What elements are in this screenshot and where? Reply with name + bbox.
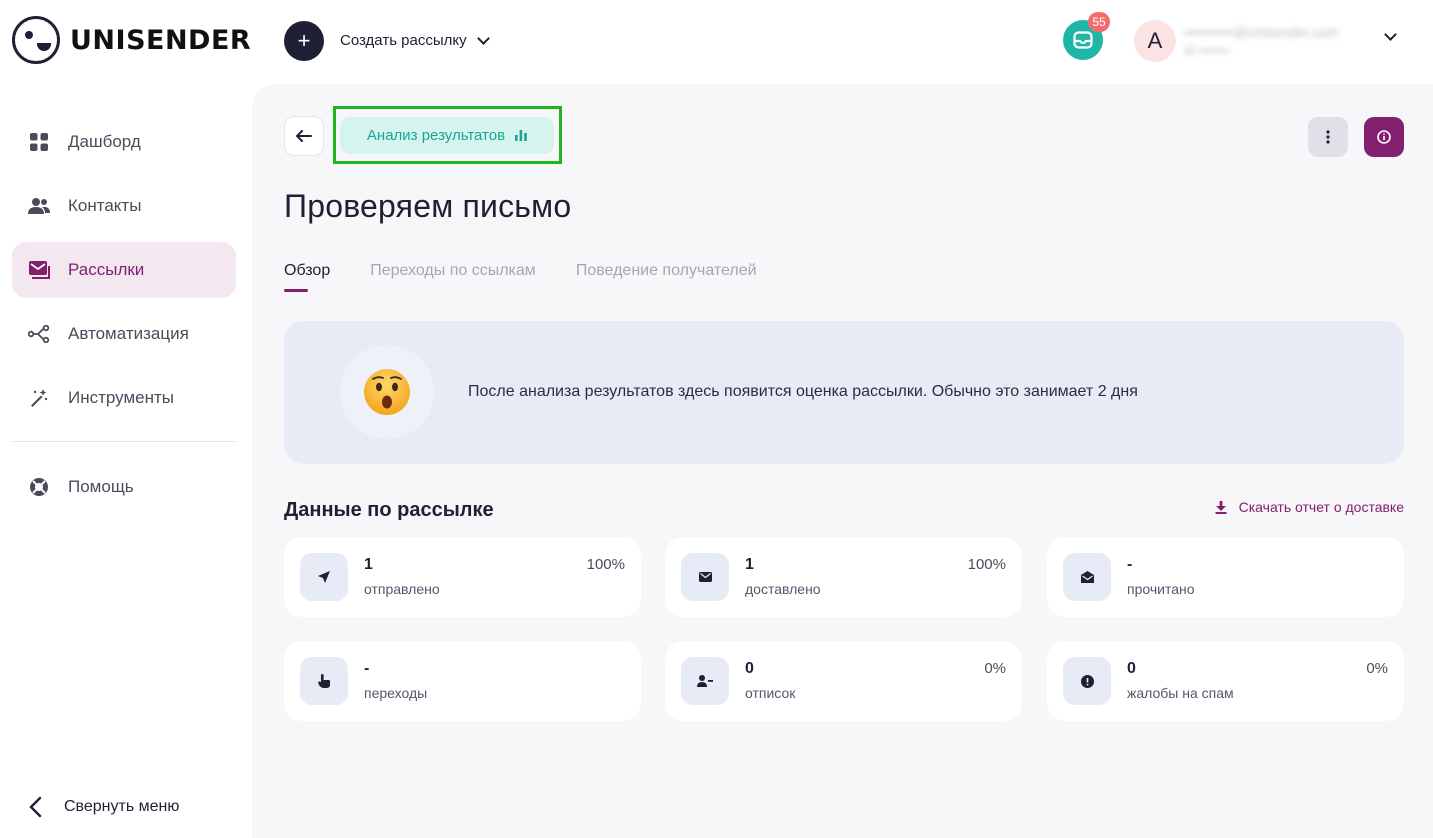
arrow-left-icon xyxy=(296,130,312,142)
stat-label: прочитано xyxy=(1127,581,1195,597)
stat-percent: 0% xyxy=(1366,660,1388,677)
analysis-notice: После анализа результатов здесь появится… xyxy=(284,321,1404,464)
open-envelope-icon xyxy=(1063,553,1111,601)
sidebar-item-automation[interactable]: Автоматизация xyxy=(12,306,236,362)
chevron-left-icon xyxy=(29,796,42,818)
sidebar-item-dashboard[interactable]: Дашборд xyxy=(12,114,236,170)
stat-percent: 0% xyxy=(984,660,1006,677)
stat-value: - xyxy=(364,660,370,677)
plus-icon: + xyxy=(297,28,311,53)
tabs: Обзор Переходы по ссылкам Поведение полу… xyxy=(284,262,757,292)
send-icon xyxy=(300,553,348,601)
magic-wand-icon xyxy=(28,387,50,409)
user-minus-icon xyxy=(681,657,729,705)
sidebar: Дашборд Контакты Рассылки Автоматизация … xyxy=(0,84,252,838)
stat-label: переходы xyxy=(364,685,428,701)
sidebar-item-label: Контакты xyxy=(68,196,142,215)
sidebar-item-help[interactable]: Помощь xyxy=(12,459,236,515)
stat-value: 1 xyxy=(364,556,373,573)
inbox-icon xyxy=(1073,31,1093,49)
section-title: Данные по рассылке xyxy=(284,499,494,521)
mail-icon xyxy=(28,259,50,281)
tab-recipient-behavior[interactable]: Поведение получателей xyxy=(576,262,757,292)
back-button[interactable] xyxy=(284,116,324,156)
sidebar-item-label: Рассылки xyxy=(68,260,145,279)
kebab-menu-icon xyxy=(1326,130,1330,144)
account-email: ••••••••••@unisender.com xyxy=(1184,24,1339,40)
stat-card-sent: 1 отправлено 100% xyxy=(284,537,641,617)
brand-name: UNISENDER xyxy=(70,24,252,56)
stat-card-delivered: 1 доставлено 100% xyxy=(665,537,1022,617)
sidebar-item-label: Инструменты xyxy=(68,388,175,407)
stat-card-clicks: - переходы xyxy=(284,641,641,721)
contacts-icon xyxy=(28,195,50,217)
stat-label: отправлено xyxy=(364,581,440,597)
stat-value: - xyxy=(1127,556,1133,573)
sidebar-item-campaigns[interactable]: Рассылки xyxy=(12,242,236,298)
sidebar-item-label: Дашборд xyxy=(68,132,141,151)
collapse-menu-label: Свернуть меню xyxy=(64,798,180,815)
stat-value: 0 xyxy=(1127,660,1136,677)
download-icon xyxy=(1215,500,1227,514)
notice-text: После анализа результатов здесь появится… xyxy=(468,383,1138,400)
sidebar-divider xyxy=(12,441,236,442)
info-button[interactable] xyxy=(1364,117,1404,157)
chevron-down-icon xyxy=(476,32,490,45)
stat-card-read: - прочитано xyxy=(1047,537,1404,617)
sidebar-item-label: Автоматизация xyxy=(68,324,189,343)
stat-value: 0 xyxy=(745,660,754,677)
collapse-menu-button[interactable]: Свернуть меню xyxy=(28,796,179,818)
create-campaign-label: Создать рассылку xyxy=(340,32,467,49)
page-title: Проверяем письмо xyxy=(284,188,572,224)
create-campaign-dropdown[interactable]: Создать рассылку xyxy=(340,32,490,49)
sidebar-item-label: Помощь xyxy=(68,477,134,496)
download-label: Скачать отчет о доставке xyxy=(1238,499,1404,515)
tab-overview[interactable]: Обзор xyxy=(284,262,330,292)
download-report-link[interactable]: Скачать отчет о доставке xyxy=(1215,499,1404,515)
pointer-hand-icon xyxy=(300,657,348,705)
surprised-face-icon xyxy=(340,345,434,439)
status-label: Анализ результатов xyxy=(366,127,506,144)
alert-icon xyxy=(1063,657,1111,705)
automation-icon xyxy=(28,323,50,345)
stat-percent: 100% xyxy=(967,556,1006,573)
dog-logo-icon xyxy=(12,16,60,64)
dashboard-icon xyxy=(28,131,50,153)
account-info[interactable]: ••••••••••@unisender.com ID ••••••• xyxy=(1184,24,1376,58)
stat-label: отписок xyxy=(745,685,796,701)
stat-card-unsubscribes: 0 отписок 0% xyxy=(665,641,1022,721)
stat-card-spam-complaints: 0 жалобы на спам 0% xyxy=(1047,641,1404,721)
more-options-button[interactable] xyxy=(1308,117,1348,157)
brand-logo[interactable]: UNISENDER xyxy=(12,16,251,64)
stat-value: 1 xyxy=(745,556,754,573)
lifebuoy-icon xyxy=(28,476,50,498)
notification-count-badge: 55 xyxy=(1088,12,1110,32)
tab-link-clicks[interactable]: Переходы по ссылкам xyxy=(370,262,536,292)
create-campaign-button[interactable]: + xyxy=(284,21,324,61)
avatar[interactable]: А xyxy=(1134,20,1176,62)
bar-chart-icon xyxy=(515,130,527,141)
stat-label: доставлено xyxy=(745,581,821,597)
info-icon xyxy=(1377,130,1391,144)
main-content: Анализ результатов Проверяем письмо Обзо… xyxy=(252,84,1433,838)
sidebar-item-tools[interactable]: Инструменты xyxy=(12,370,236,426)
account-chevron-down-icon[interactable] xyxy=(1384,28,1397,41)
stat-percent: 100% xyxy=(586,556,625,573)
account-id: ID ••••••• xyxy=(1184,44,1229,58)
sidebar-item-contacts[interactable]: Контакты xyxy=(12,178,236,234)
envelope-icon xyxy=(681,553,729,601)
status-badge: Анализ результатов xyxy=(340,117,554,154)
stat-label: жалобы на спам xyxy=(1127,685,1234,701)
